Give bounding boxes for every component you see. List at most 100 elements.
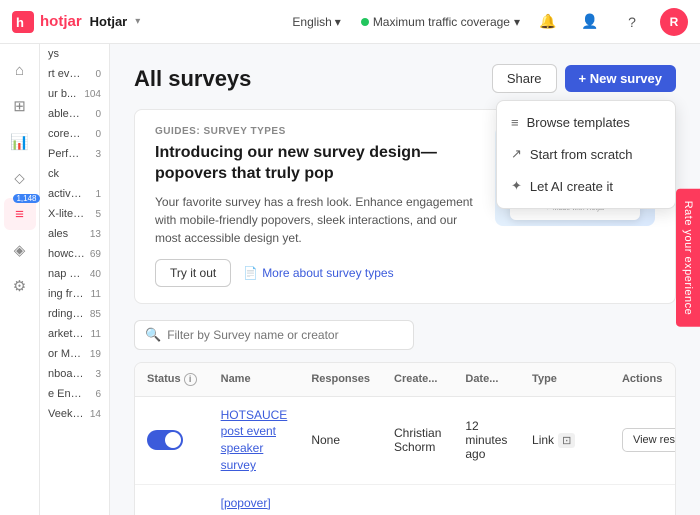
header-actions: Share + New survey ≡ Browse templates ↗ … <box>492 64 676 93</box>
name-cell: [popover] Scaling our business model v2 <box>209 484 300 515</box>
table-head: Status i Name Responses Create... Date..… <box>135 363 676 397</box>
share-button[interactable]: Share <box>492 64 557 93</box>
date-cell: 7 days ago <box>453 484 520 515</box>
table: Status i Name Responses Create... Date..… <box>135 363 676 515</box>
sidebar-item-label: ys <box>48 48 59 60</box>
sidebar-item-count: 6 <box>85 389 101 400</box>
sidebar-icon-feedback[interactable]: ◈ <box>4 234 36 266</box>
sidebar-panel-items: ysrt event s...0ur b...104ableme...0core… <box>40 44 109 515</box>
try-it-out-button[interactable]: Try it out <box>155 259 231 287</box>
sidebar-list-item[interactable]: nap Usa...40 <box>40 264 109 284</box>
date-cell: 12 minutes ago <box>453 396 520 484</box>
sidebar-item-count: 0 <box>85 129 101 140</box>
sidebar-list-item[interactable]: ing freel...11 <box>40 284 109 304</box>
sidebar-icon-home[interactable]: ⌂ <box>4 54 36 86</box>
search-input[interactable] <box>167 328 403 342</box>
sidebar-item-label: ck <box>48 168 59 180</box>
th-actions: Actions <box>610 363 676 397</box>
sidebar-list-item[interactable]: Veekly Su...14 <box>40 404 109 424</box>
survey-name-link[interactable]: [popover] Scaling our business model v2 <box>221 496 281 515</box>
sidebar-list-item[interactable]: ck <box>40 164 109 184</box>
sidebar-list-item[interactable]: ys <box>40 44 109 64</box>
new-survey-button[interactable]: + New survey <box>565 65 676 92</box>
sidebar-item-label: rt event s... <box>48 68 85 80</box>
ai-icon: ✦ <box>511 178 522 194</box>
sidebar-item-count: 11 <box>85 329 101 340</box>
logo[interactable]: h hotjar <box>12 11 82 33</box>
notifications-button[interactable]: 🔔 <box>534 8 562 36</box>
sidebar-item-count: 40 <box>85 269 101 280</box>
search-icon: 🔍 <box>145 327 161 343</box>
more-about-button[interactable]: 📄 More about survey types <box>243 266 393 280</box>
sidebar-list-item[interactable]: howcasin...69 <box>40 244 109 264</box>
view-responses-button[interactable]: View responses <box>622 428 676 452</box>
brand-label[interactable]: Hotjar <box>90 14 128 29</box>
sidebar-item-label: ales <box>48 228 68 240</box>
coverage-caret-icon: ▾ <box>514 15 520 29</box>
sidebar-list-item[interactable]: X-lite po...5 <box>40 204 109 224</box>
sidebar-list-item[interactable]: Perform...3 <box>40 144 109 164</box>
toggle-knob <box>165 432 181 448</box>
sidebar-list-item[interactable]: e Enable...6 <box>40 384 109 404</box>
sidebar-item-label: arketing <box>48 328 85 340</box>
browse-templates-label: Browse templates <box>527 115 630 130</box>
sidebar-list-item[interactable]: activation...1 <box>40 184 109 204</box>
sidebar-list-item[interactable]: ableme...0 <box>40 104 109 124</box>
sidebar-item-label: X-lite po... <box>48 208 85 220</box>
traffic-coverage-selector[interactable]: Maximum traffic coverage ▾ <box>361 15 520 29</box>
language-selector[interactable]: English ▾ <box>292 15 340 29</box>
name-cell: HOTSAUCE post event speaker survey <box>209 396 300 484</box>
more-label: More about survey types <box>262 266 393 280</box>
sidebar-list-item[interactable]: or Marke...19 <box>40 344 109 364</box>
sidebar-list-item[interactable]: core® (N...0 <box>40 124 109 144</box>
ai-create-item[interactable]: ✦ Let AI create it <box>497 170 675 202</box>
sidebar-icon-settings[interactable]: ⚙ <box>4 270 36 302</box>
creator-cell: Paula Herrera <box>382 484 453 515</box>
sidebar-list-item[interactable]: rt event s...0 <box>40 64 109 84</box>
th-type: Type <box>520 363 610 397</box>
language-label: English <box>292 15 331 29</box>
sidebar-icon-surveys[interactable]: ≡ 1,148 <box>4 198 36 230</box>
promo-description: Your favorite survey has a fresh look. E… <box>155 193 475 247</box>
doc-icon: 📄 <box>243 266 258 280</box>
new-survey-label: + New survey <box>579 71 662 86</box>
sidebar-list-item[interactable]: nboardin...3 <box>40 364 109 384</box>
sidebar-list-item[interactable]: rding Pla...85 <box>40 304 109 324</box>
responses-value: None <box>311 433 340 447</box>
promo-actions: Try it out 📄 More about survey types <box>155 259 479 287</box>
brand-caret-icon[interactable]: ▾ <box>135 16 140 27</box>
sidebar-icon-strip: ⌂ ⊞ 📊 ⬦ ≡ 1,148 ◈ ⚙ <box>0 44 40 515</box>
sidebar-item-label: core® (N... <box>48 128 85 140</box>
survey-name-link[interactable]: HOTSAUCE post event speaker survey <box>221 408 288 472</box>
sidebar-list-item[interactable]: ales13 <box>40 224 109 244</box>
browse-templates-item[interactable]: ≡ Browse templates <box>497 107 675 138</box>
start-scratch-item[interactable]: ↗ Start from scratch <box>497 138 675 170</box>
sidebar-item-count: 0 <box>85 109 101 120</box>
profile-button[interactable]: 👤 <box>576 8 604 36</box>
sidebar-badge-count: 1,148 <box>13 194 39 203</box>
help-button[interactable]: ? <box>618 8 646 36</box>
sidebar-list-item[interactable]: ur b...104 <box>40 84 109 104</box>
sidebar-icon-grid[interactable]: ⊞ <box>4 90 36 122</box>
top-navigation: h hotjar Hotjar ▾ English ▾ Maximum traf… <box>0 0 700 44</box>
th-responses: Responses <box>299 363 382 397</box>
sidebar-icon-funnel[interactable]: ⬦ <box>4 162 36 194</box>
sidebar-item-count: 11 <box>85 289 101 300</box>
sidebar-item-label: or Marke... <box>48 348 85 360</box>
sidebar-icon-chart[interactable]: 📊 <box>4 126 36 158</box>
page-header: All surveys Share + New survey ≡ Browse … <box>134 64 676 93</box>
sidebar-item-count: 5 <box>85 209 101 220</box>
actions-cell: View responses ⋮ <box>610 484 676 515</box>
type-icon: ⊡ <box>558 433 575 448</box>
avatar[interactable]: R <box>660 8 688 36</box>
new-survey-dropdown: ≡ Browse templates ↗ Start from scratch … <box>496 100 676 209</box>
type-badge: Link ⊡ <box>532 433 598 448</box>
sidebar-list-item[interactable]: arketing11 <box>40 324 109 344</box>
sidebar-list: ysrt event s...0ur b...104ableme...0core… <box>40 44 109 424</box>
status-toggle[interactable] <box>147 430 183 450</box>
surveys-table: Status i Name Responses Create... Date..… <box>134 362 676 515</box>
rate-experience-tab[interactable]: Rate your experience <box>676 188 700 327</box>
lang-caret-icon: ▾ <box>335 15 341 29</box>
brand-name: hotjar <box>40 13 82 30</box>
status-info-icon[interactable]: i <box>184 373 197 386</box>
